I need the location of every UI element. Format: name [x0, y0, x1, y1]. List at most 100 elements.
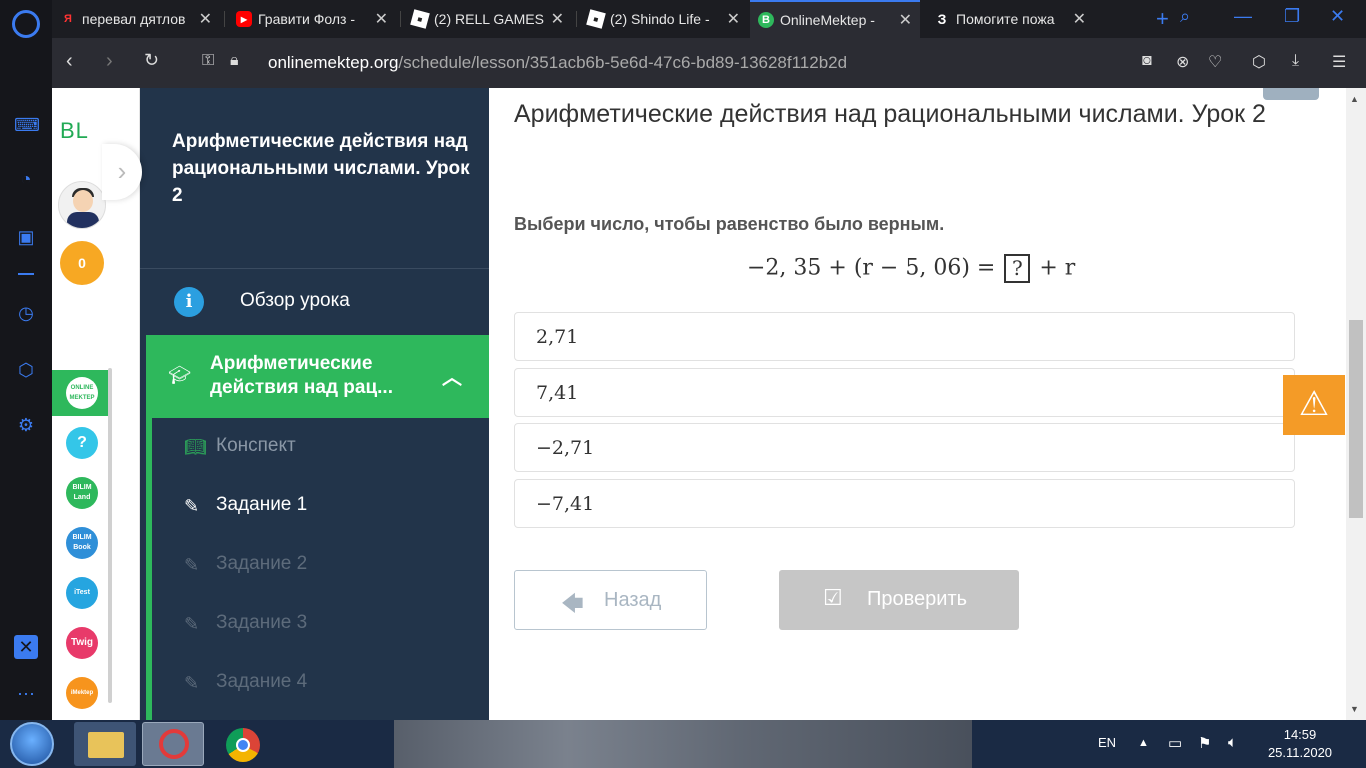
restore-icon[interactable]: ❐	[1284, 6, 1300, 27]
tab-separator	[224, 11, 225, 27]
web-page: BL 0 ONLINE MEKTEP ? BILIM Land BILIM Bo…	[52, 88, 1366, 720]
close-tab-icon[interactable]: ✕	[375, 9, 388, 29]
bilimland-logo[interactable]: BL	[60, 118, 89, 144]
gamepad-icon[interactable]: ⌨	[14, 113, 40, 137]
chevron-up-icon[interactable]: ︿	[442, 361, 462, 390]
nav-item-label: Задание 2	[216, 553, 308, 574]
heart-icon[interactable]: ♡	[1208, 52, 1222, 72]
close-tab-icon[interactable]: ✕	[1073, 9, 1086, 29]
tab-znanija[interactable]: З Помогите пожа ✕	[926, 0, 1094, 38]
back-button[interactable]: 🡄 Назад	[514, 570, 707, 630]
close-window-icon[interactable]: ✕	[1330, 6, 1345, 27]
app-twig[interactable]: Twig	[52, 620, 112, 666]
znanija-icon: З	[937, 11, 947, 27]
folder-icon	[88, 732, 124, 758]
onlinemektep-app-icon: ONLINE MEKTEP	[66, 377, 98, 409]
new-tab-button[interactable]: +	[1156, 6, 1169, 32]
tab-bar: Я перевал дятлов ✕ ▶ Гравити Фолз - ✕ ■ …	[52, 0, 1366, 38]
nav-item-task-2[interactable]: ✎ Задание 2	[152, 536, 489, 595]
roblox-icon: ■	[410, 9, 430, 29]
settings-gear-icon[interactable]: ⚙	[14, 413, 38, 437]
language-indicator[interactable]: EN	[1098, 735, 1116, 750]
network-icon[interactable]: ▭	[1168, 734, 1182, 752]
top-right-tab[interactable]	[1263, 88, 1319, 100]
tray-expand-icon[interactable]: ▲	[1138, 737, 1149, 749]
history-icon[interactable]: ◷	[14, 301, 38, 325]
app-help[interactable]: ?	[52, 420, 112, 466]
speed-dial-icon[interactable]: ◔	[14, 167, 38, 191]
close-tab-icon[interactable]: ✕	[199, 9, 212, 29]
key-icon[interactable]: ⚿	[202, 52, 214, 70]
tab-yandex[interactable]: Я перевал дятлов ✕	[52, 0, 220, 38]
tab-shindo-life[interactable]: ■ (2) Shindo Life - ✕	[580, 0, 748, 38]
app-imektep[interactable]: iMektep	[52, 670, 112, 716]
avatar-head	[73, 190, 93, 212]
rail-scrollbar[interactable]	[108, 368, 112, 703]
easy-setup-icon[interactable]: ☰	[1332, 52, 1346, 72]
edit-icon: ✎	[184, 496, 200, 516]
nav-item-task-3[interactable]: ✎ Задание 3	[152, 595, 489, 654]
page-scrollbar-thumb[interactable]	[1349, 320, 1363, 518]
lesson-overview-link[interactable]: i Обзор урока	[140, 269, 489, 335]
check-button[interactable]: ☑ Проверить	[779, 570, 1019, 630]
opera-taskbar-button[interactable]	[142, 722, 204, 766]
app-onlinemektep[interactable]: ONLINE MEKTEP	[52, 370, 112, 416]
more-dots-icon[interactable]: ⋯	[14, 682, 38, 706]
extensions-cube-icon[interactable]: ⬡	[14, 358, 38, 382]
minimize-icon[interactable]: —	[1234, 6, 1252, 27]
info-icon: i	[174, 287, 204, 317]
reload-icon[interactable]: ↻	[144, 50, 159, 71]
forward-arrow-icon[interactable]: ›	[106, 50, 113, 73]
search-icon[interactable]: ⌕	[1180, 6, 1190, 27]
report-warning-button[interactable]: ⚠	[1283, 375, 1345, 435]
scroll-up-arrow-icon[interactable]: ▲	[1350, 94, 1359, 104]
explorer-taskbar-button[interactable]	[74, 722, 136, 766]
opera-logo-icon[interactable]	[12, 10, 40, 38]
app-itest[interactable]: iTest	[52, 570, 112, 616]
sidebar-tool-icon[interactable]: ✕	[14, 635, 38, 659]
checkbox-checked-icon: ☑	[823, 585, 843, 610]
avatar[interactable]	[58, 181, 106, 229]
close-tab-icon[interactable]: ✕	[727, 9, 740, 29]
start-button[interactable]	[10, 722, 54, 766]
nav-item-konspekt[interactable]: 📖︎ Конспект	[152, 418, 489, 477]
answer-option-value: 2,71	[536, 326, 579, 348]
tab-rell-games[interactable]: ■ (2) RELL GAMES ✕	[404, 0, 572, 38]
section-header[interactable]: 🎓︎ Арифметические действия над рац... ︿	[146, 335, 489, 418]
clock[interactable]: 14:59 25.11.2020	[1262, 726, 1338, 762]
volume-icon[interactable]: 🔈︎	[1228, 734, 1237, 751]
tab-title: Гравити Фолз -	[258, 11, 356, 27]
back-arrow-icon[interactable]: ‹	[66, 50, 73, 73]
nav-item-task-1[interactable]: ✎ Задание 1	[152, 477, 489, 536]
app-bilimland[interactable]: BILIM Land	[52, 470, 112, 516]
block-ads-icon[interactable]: ⊗	[1176, 52, 1189, 72]
edit-icon: ✎	[184, 614, 200, 634]
tab-title: OnlineMektep -	[780, 12, 875, 28]
answer-option[interactable]: 7,41	[514, 368, 1295, 417]
url-field[interactable]: onlinemektep.org/schedule/lesson/351acb6…	[268, 53, 847, 73]
action-center-flag-icon[interactable]: ⚑	[1198, 734, 1211, 752]
open-book-icon: 📖︎	[184, 437, 207, 457]
answer-option[interactable]: 2,71	[514, 312, 1295, 361]
answer-option[interactable]: −7,41	[514, 479, 1295, 528]
download-icon[interactable]: ⤓	[1292, 52, 1299, 70]
nav-item-task-4[interactable]: ✎ Задание 4	[152, 654, 489, 713]
briefcase-icon[interactable]: ▣	[14, 225, 38, 249]
cube-icon[interactable]: ⬡	[1252, 52, 1266, 72]
lock-icon[interactable]: 🔒︎	[230, 52, 239, 70]
close-tab-icon[interactable]: ✕	[899, 10, 912, 30]
tab-onlinemektep[interactable]: B OnlineMektep - ✕	[750, 0, 920, 38]
score-badge[interactable]: 0	[60, 241, 104, 285]
camera-icon[interactable]: ◙	[1142, 52, 1152, 70]
tab-title: Помогите пожа	[956, 11, 1055, 27]
imektep-app-icon: iMektep	[66, 677, 98, 709]
close-tab-icon[interactable]: ✕	[551, 9, 564, 29]
app-bilimbook[interactable]: BILIM Book	[52, 520, 112, 566]
nav-item-label: Задание 3	[216, 612, 308, 633]
tab-youtube[interactable]: ▶ Гравити Фолз - ✕	[228, 0, 396, 38]
answer-option[interactable]: −2,71	[514, 423, 1295, 472]
tab-separator	[576, 11, 577, 27]
chrome-taskbar-button[interactable]	[212, 722, 274, 766]
lesson-content: Арифметические действия над рациональным…	[489, 88, 1366, 720]
scroll-down-arrow-icon[interactable]: ▼	[1350, 704, 1359, 714]
